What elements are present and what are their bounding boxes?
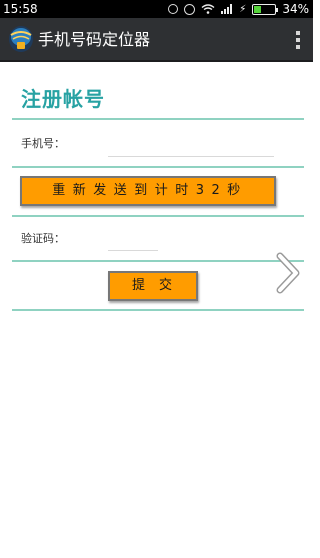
wifi-icon bbox=[201, 4, 215, 14]
battery-icon bbox=[252, 3, 279, 15]
code-input-underline bbox=[108, 250, 158, 251]
ring-icon bbox=[168, 4, 179, 14]
chevron-right-icon[interactable] bbox=[274, 252, 302, 294]
phone-input-underline bbox=[108, 156, 274, 157]
status-time: 15:58 bbox=[3, 2, 38, 16]
divider bbox=[12, 215, 304, 217]
overflow-menu-icon[interactable] bbox=[295, 31, 301, 49]
signal-icon bbox=[221, 4, 233, 14]
status-icons: ⚡ 34% bbox=[168, 1, 309, 17]
battery-fill bbox=[254, 5, 262, 13]
submit-button[interactable]: 提交 bbox=[108, 271, 198, 301]
app-logo-icon bbox=[9, 26, 33, 52]
divider bbox=[12, 166, 304, 168]
battery-percent: 34% bbox=[282, 2, 309, 16]
alarm-icon bbox=[184, 3, 196, 15]
divider bbox=[12, 118, 304, 120]
code-input[interactable] bbox=[108, 231, 158, 251]
phone-label: 手机号： bbox=[21, 137, 65, 150]
resend-code-button[interactable]: 重新发送到计时32秒 bbox=[20, 176, 276, 206]
phone-input[interactable] bbox=[108, 136, 274, 156]
app-bar: 手机号码定位器 bbox=[0, 18, 313, 62]
code-label: 验证码： bbox=[21, 232, 65, 245]
divider bbox=[12, 309, 304, 311]
status-bar: 15:58 ⚡ 34% bbox=[0, 0, 313, 18]
app-title: 手机号码定位器 bbox=[38, 30, 151, 49]
divider bbox=[12, 260, 304, 262]
charging-icon: ⚡ bbox=[239, 3, 247, 15]
page-title: 注册帐号 bbox=[21, 87, 105, 111]
